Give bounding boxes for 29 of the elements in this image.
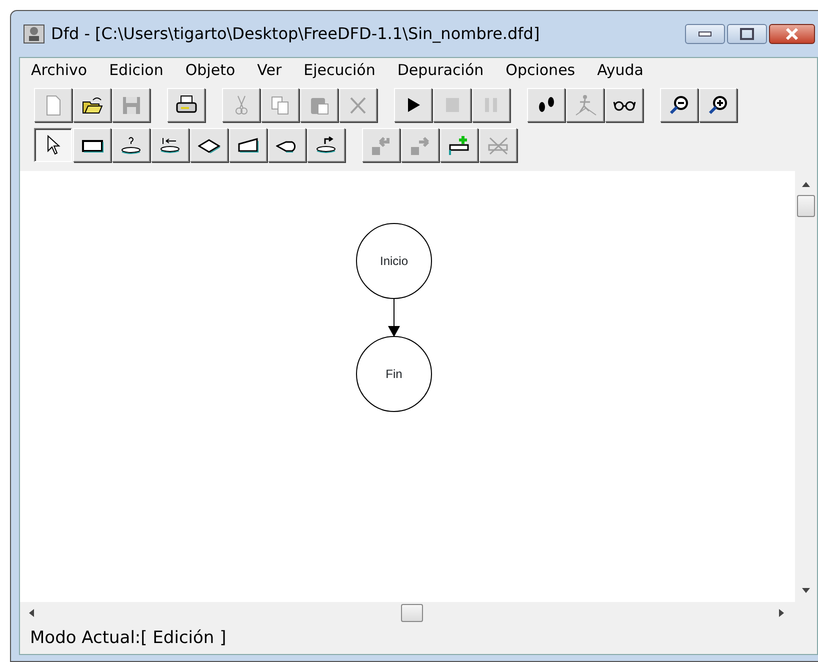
zoom-out-icon [668,94,690,116]
menu-item[interactable]: Opciones [494,58,586,82]
menu-item[interactable]: Depuración [386,58,495,82]
menu-item[interactable]: Edicion [98,58,174,82]
scroll-thumb[interactable] [400,604,422,622]
toolbar-button[interactable] [34,128,72,162]
running-figure-icon [574,94,596,116]
maximize-icon [740,28,754,40]
status-bar-text: Modo Actual:[ Edición ] [29,627,228,650]
add-bar-icon [448,134,470,156]
close-icon [784,27,800,41]
window-title: Dfd - [C:\Users\tigarto\Desktop\FreeDFD-1.1\Sin_nombre.dfd] [51,23,540,45]
scroll-thumb[interactable] [797,195,815,217]
flowchart-node: Inicio [356,223,432,299]
app-icon [23,24,45,44]
close-button[interactable] [769,24,815,44]
connector-arrow [388,299,400,337]
flowchart-node: Fin [356,336,432,412]
maximize-button[interactable] [727,24,767,44]
menu-item[interactable]: Ver [246,58,293,82]
menu-item[interactable]: Objeto [174,58,246,82]
zoom-in-icon [706,94,730,116]
menu-item[interactable]: Ayuda [586,58,654,82]
flowchart-canvas[interactable]: Inicio Fin [20,171,795,602]
copy-icon [268,94,292,116]
menu-item[interactable]: Ejecución [292,58,386,82]
minimize-icon [698,31,712,37]
menu-item[interactable]: Archivo [20,58,98,82]
minimize-button[interactable] [685,24,725,44]
